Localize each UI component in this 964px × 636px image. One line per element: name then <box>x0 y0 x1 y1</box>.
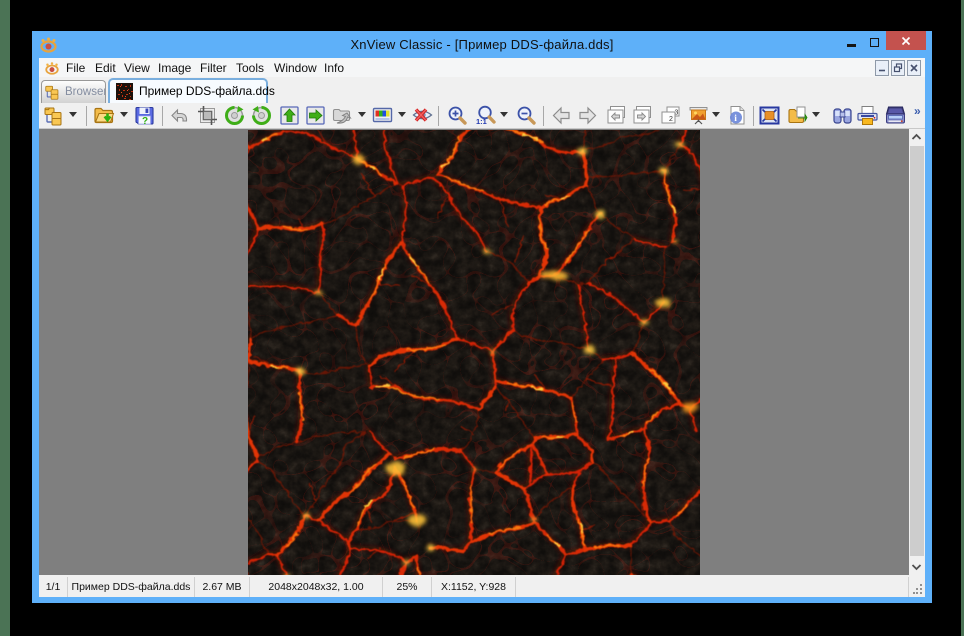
svg-text:2: 2 <box>669 116 673 123</box>
svg-text:i: i <box>734 114 737 124</box>
svg-text:?: ? <box>142 116 148 126</box>
svg-text:1:1: 1:1 <box>476 117 487 126</box>
